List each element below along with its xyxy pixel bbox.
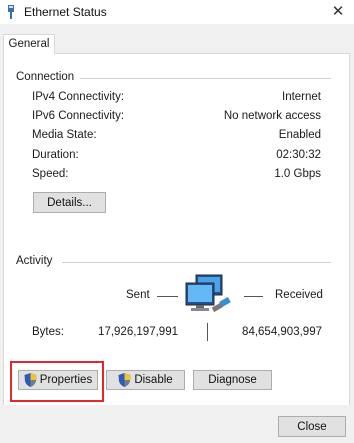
details-button[interactable]: Details... bbox=[33, 192, 106, 213]
connection-heading: Connection bbox=[16, 71, 75, 83]
connection-divider bbox=[80, 78, 331, 79]
media-state-value: Enabled bbox=[278, 129, 321, 141]
diagnose-button[interactable]: Diagnose bbox=[193, 370, 272, 390]
ipv4-label: IPv4 Connectivity: bbox=[32, 91, 125, 103]
activity-divider bbox=[62, 262, 331, 263]
uac-shield-icon bbox=[118, 373, 131, 387]
received-line bbox=[244, 296, 263, 297]
close-button-label: Close bbox=[297, 420, 327, 433]
window-title: Ethernet Status bbox=[24, 5, 107, 19]
properties-button-label: Properties bbox=[39, 374, 93, 386]
ipv6-label: IPv6 Connectivity: bbox=[32, 110, 125, 122]
title-bar: Ethernet Status ✕ bbox=[0, 0, 354, 24]
bytes-received-value: 84,654,903,997 bbox=[242, 326, 322, 338]
ethernet-cable-icon bbox=[8, 5, 14, 19]
disable-button[interactable]: Disable bbox=[106, 370, 185, 390]
uac-shield-icon bbox=[24, 373, 37, 387]
activity-heading: Activity bbox=[16, 255, 53, 267]
bytes-sent-value: 17,926,197,991 bbox=[98, 326, 178, 338]
details-button-label: Details... bbox=[47, 196, 92, 209]
bytes-label: Bytes: bbox=[32, 326, 64, 338]
close-button[interactable]: Close bbox=[278, 416, 346, 437]
diagnose-button-label: Diagnose bbox=[208, 374, 257, 386]
sent-label: Sent bbox=[126, 289, 150, 301]
received-label: Received bbox=[275, 289, 323, 301]
activity-separator bbox=[207, 323, 208, 341]
tab-general[interactable]: General bbox=[3, 34, 55, 54]
duration-label: Duration: bbox=[32, 149, 79, 161]
duration-value: 02:30:32 bbox=[276, 149, 321, 161]
close-window-button[interactable]: ✕ bbox=[327, 2, 349, 22]
speed-label: Speed: bbox=[32, 168, 69, 180]
network-computers-icon bbox=[185, 274, 231, 313]
speed-value: 1.0 Gbps bbox=[274, 168, 321, 180]
disable-button-label: Disable bbox=[134, 374, 173, 386]
properties-button[interactable]: Properties bbox=[18, 370, 98, 390]
media-state-label: Media State: bbox=[32, 129, 97, 141]
ipv6-value: No network access bbox=[223, 110, 321, 122]
ipv4-value: Internet bbox=[282, 91, 321, 103]
sent-line bbox=[157, 296, 178, 297]
tab-page-general bbox=[3, 53, 350, 407]
